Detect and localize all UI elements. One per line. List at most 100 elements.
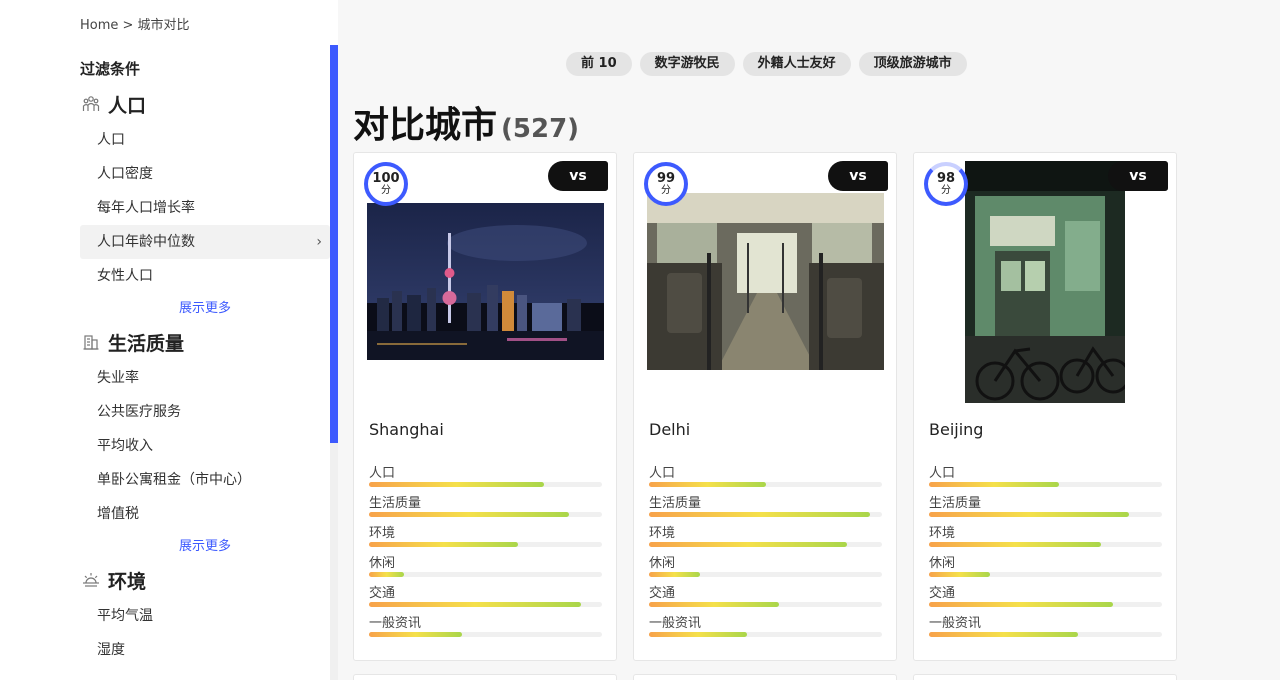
metric-label: 休闲 [649,556,676,571]
metric-label: 人口 [369,466,396,481]
metric-bar-fill [929,482,1060,487]
metric-label: 一般资讯 [369,616,422,631]
city-card-next[interactable] [633,674,897,680]
city-card-next[interactable] [913,674,1177,680]
filter-item-population[interactable]: 人口 [80,123,330,157]
filter-item-median-age[interactable]: 人口年龄中位数 › [80,225,330,259]
result-count: (527) [501,114,580,144]
metric-bar-fill [369,482,544,487]
building-icon [80,331,102,353]
city-card-beijing[interactable]: 98 分 vs Beijing 人口 生活质量 环境 休闲 交通 一般资讯 [913,152,1177,661]
metric-label: 交通 [369,586,396,601]
metric-bar-track [369,602,602,607]
city-card-delhi[interactable]: 99 分 vs Delhi 人口 生活质量 环境 休闲 交通 一般资讯 [633,152,897,661]
filter-item-label: 人口年龄中位数 [97,234,195,250]
section-label: 人口 [108,94,147,117]
city-photo-beijing [965,161,1125,403]
metric-bar-track [649,572,882,577]
metric-bar-fill [649,602,780,607]
city-card-shanghai[interactable]: 100 分 vs Shanghai 人口 生活质量 环境 休闲 交通 一般资讯 [353,152,617,661]
metric-bar-track [649,602,882,607]
scrollbar-thumb[interactable] [330,45,338,443]
filter-item-population-density[interactable]: 人口密度 [80,157,330,191]
vs-button[interactable]: vs [548,161,608,191]
metric-row: 休闲 [929,556,1162,582]
sidebar-scrollbar[interactable] [330,45,338,680]
filter-item-unemployment[interactable]: 失业率 [80,361,330,395]
metric-row: 人口 [649,466,882,492]
metric-row: 环境 [369,526,602,552]
filter-item-rent[interactable]: 单卧公寓租金（市中心） [80,463,330,497]
filter-item-female-population[interactable]: 女性人口 [80,259,330,293]
city-card-next[interactable] [353,674,617,680]
metric-bar-track [929,572,1162,577]
city-name[interactable]: Delhi [649,420,690,439]
metric-bar-fill [649,482,766,487]
metric-row: 交通 [649,586,882,612]
metric-bar-fill [929,632,1079,637]
city-name[interactable]: Beijing [929,420,983,439]
tag-digital-nomad[interactable]: 数字游牧民 [639,52,735,76]
section-population[interactable]: 人口 [80,89,330,119]
metric-label: 休闲 [369,556,396,571]
breadcrumb[interactable]: Home > 城市对比 [80,14,190,33]
chevron-right-icon: › [316,234,322,250]
section-label: 环境 [108,570,147,593]
tag-top-10[interactable]: 前 10 [566,52,632,76]
metric-bar-fill [929,602,1114,607]
metric-label: 生活质量 [369,496,422,511]
metric-label: 休闲 [929,556,956,571]
metric-row: 一般资讯 [929,616,1162,642]
show-more-link[interactable]: 展示更多 [80,531,330,563]
city-name[interactable]: Shanghai [369,420,444,439]
metric-bar-track [929,602,1162,607]
vs-button[interactable]: vs [1108,161,1168,191]
score-badge: 98 分 [924,162,968,206]
vs-button[interactable]: vs [828,161,888,191]
metric-bar-fill [929,512,1130,517]
score-value: 98 [936,171,956,186]
metric-bar-track [649,512,882,517]
metric-label: 人口 [929,466,956,481]
metric-bar-fill [649,572,701,577]
score-badge: 99 分 [644,162,688,206]
section-environment[interactable]: 环境 [80,565,330,595]
city-photo-shanghai [367,203,604,360]
metric-bar-fill [369,572,404,577]
metric-bar-track [369,632,602,637]
score-unit: 分 [941,185,951,196]
city-photo-delhi [647,193,884,370]
filter-item-humidity[interactable]: 湿度 [80,633,330,667]
page-title: 对比城市 (527) [353,96,579,148]
metric-bar-track [649,632,882,637]
metric-bar-track [369,572,602,577]
metric-row: 休闲 [649,556,882,582]
metric-row: 人口 [369,466,602,492]
main-content: 前 10 数字游牧民 外籍人士友好 顶级旅游城市 对比城市 (527) 100 分… [338,0,1280,680]
section-quality-of-life[interactable]: 生活质量 [80,327,330,357]
filter-sidebar: 过滤条件 人口 人口 人口密度 每年人口增长率 人口年龄中位数 › 女性人口 展… [80,58,330,680]
metric-row: 环境 [649,526,882,552]
filter-item-avg-temperature[interactable]: 平均气温 [80,599,330,633]
filter-item-population-growth[interactable]: 每年人口增长率 [80,191,330,225]
metric-bar-track [369,542,602,547]
metric-bar-fill [929,542,1102,547]
metric-bar-fill [929,572,990,577]
metric-row: 生活质量 [649,496,882,522]
tag-top-tourist[interactable]: 顶级旅游城市 [858,52,967,76]
metric-bar-track [649,542,882,547]
metric-bar-fill [369,512,570,517]
metric-bar-track [369,512,602,517]
filter-item-average-income[interactable]: 平均收入 [80,429,330,463]
filter-item-healthcare[interactable]: 公共医疗服务 [80,395,330,429]
filter-item-vat[interactable]: 增值税 [80,497,330,531]
tag-expat-friendly[interactable]: 外籍人士友好 [742,52,851,76]
metric-label: 交通 [929,586,956,601]
show-more-link[interactable]: 展示更多 [80,293,330,325]
metric-label: 生活质量 [649,496,702,511]
metric-label: 人口 [649,466,676,481]
metric-bar-track [929,632,1162,637]
metric-row: 生活质量 [929,496,1162,522]
score-unit: 分 [381,185,391,196]
metric-bar-track [649,482,882,487]
